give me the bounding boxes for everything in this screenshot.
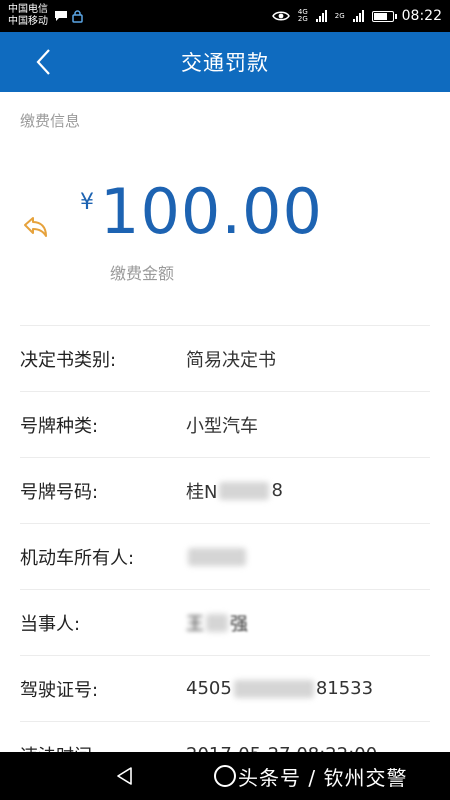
carrier-1: 中国电信 xyxy=(8,4,48,15)
chat-bubble-icon xyxy=(55,11,67,21)
info-value xyxy=(186,547,248,566)
status-right: 4G 2G 2G 08:22 xyxy=(271,8,442,24)
amount-block: ¥ 100.00 缴费金额 xyxy=(0,172,450,312)
battery-icon xyxy=(371,10,397,22)
network-labels: 4G 2G xyxy=(298,9,308,23)
back-button[interactable] xyxy=(28,46,58,78)
info-row-plate-type: 号牌种类: 小型汽车 xyxy=(20,392,430,458)
eye-icon xyxy=(271,11,290,21)
system-nav-bar: 头条号 / 钦州交警 xyxy=(0,752,450,800)
info-value: 小型汽车 xyxy=(186,415,258,437)
carrier-2: 中国移动 xyxy=(8,16,48,27)
info-key: 号牌号码: xyxy=(20,481,99,503)
info-value: 4505 81533 xyxy=(186,678,373,699)
page-title: 交通罚款 xyxy=(181,51,269,75)
status-icons-left xyxy=(54,9,83,23)
chevron-left-icon xyxy=(36,49,50,75)
lock-icon xyxy=(72,9,83,23)
info-row-violation-time: 违法时间: 2017-05-27 08:22:00 xyxy=(20,722,430,752)
info-key: 驾驶证号: xyxy=(20,679,99,701)
signal-icon-1 xyxy=(315,10,327,22)
watermark: 头条号 / 钦州交警 xyxy=(238,766,408,790)
info-value: 桂N 8 xyxy=(186,478,283,504)
app-header: 交通罚款 xyxy=(0,32,450,92)
currency-symbol: ¥ xyxy=(80,190,94,215)
status-left: 中国电信 中国移动 xyxy=(8,4,83,28)
nav-home-circle-icon[interactable] xyxy=(214,765,236,787)
signal-icon-2 xyxy=(352,10,364,22)
info-key: 机动车所有人: xyxy=(20,547,135,569)
info-row-vehicle-owner: 机动车所有人: xyxy=(20,524,430,590)
battery-fill xyxy=(373,12,388,20)
license-suffix: 81533 xyxy=(315,678,374,699)
network-mid-label: 2G xyxy=(334,11,345,20)
plate-suffix: 8 xyxy=(271,480,283,501)
share-arrow-icon xyxy=(24,217,47,237)
content: 缴费信息 ¥ 100.00 缴费金额 决定书类别: 简易决定书 号牌种类: 小型… xyxy=(0,92,450,752)
amount-label: 缴费金额 xyxy=(110,264,175,283)
info-key: 当事人: xyxy=(20,613,81,635)
payment-amount: 100.00 xyxy=(100,175,323,248)
plate-prefix: 桂N xyxy=(186,481,218,503)
info-key: 违法时间: xyxy=(20,742,186,753)
party-suffix: 强 xyxy=(230,613,248,635)
redacted-blur xyxy=(188,547,246,566)
info-list: 决定书类别: 简易决定书 号牌种类: 小型汽车 号牌号码: 桂N 8 机动车所有… xyxy=(20,325,430,752)
share-button[interactable] xyxy=(22,214,50,242)
network-bottom-label: 2G xyxy=(297,15,308,23)
info-key: 决定书类别: xyxy=(20,349,117,371)
redacted-blur xyxy=(206,613,228,632)
status-bar: 中国电信 中国移动 4G 2G 2G 08:22 xyxy=(0,0,450,32)
license-prefix: 4505 xyxy=(186,678,232,699)
clock: 08:22 xyxy=(401,8,442,24)
redacted-blur xyxy=(233,679,314,698)
info-value: 简易决定书 xyxy=(186,349,276,371)
info-key: 号牌种类: xyxy=(20,415,99,437)
info-value: 王 强 xyxy=(186,610,248,636)
section-label: 缴费信息 xyxy=(20,112,81,130)
party-prefix: 王 xyxy=(186,613,204,635)
info-row-party: 当事人: 王 强 xyxy=(20,590,430,656)
info-row-plate-number: 号牌号码: 桂N 8 xyxy=(20,458,430,524)
info-row-license-number: 驾驶证号: 4505 81533 xyxy=(20,656,430,722)
redacted-blur xyxy=(219,481,270,500)
carriers: 中国电信 中国移动 xyxy=(8,4,48,28)
nav-back-triangle-icon[interactable] xyxy=(115,766,135,786)
info-value: 2017-05-27 08:22:00 xyxy=(186,744,377,752)
info-row-decision-type: 决定书类别: 简易决定书 xyxy=(20,326,430,392)
